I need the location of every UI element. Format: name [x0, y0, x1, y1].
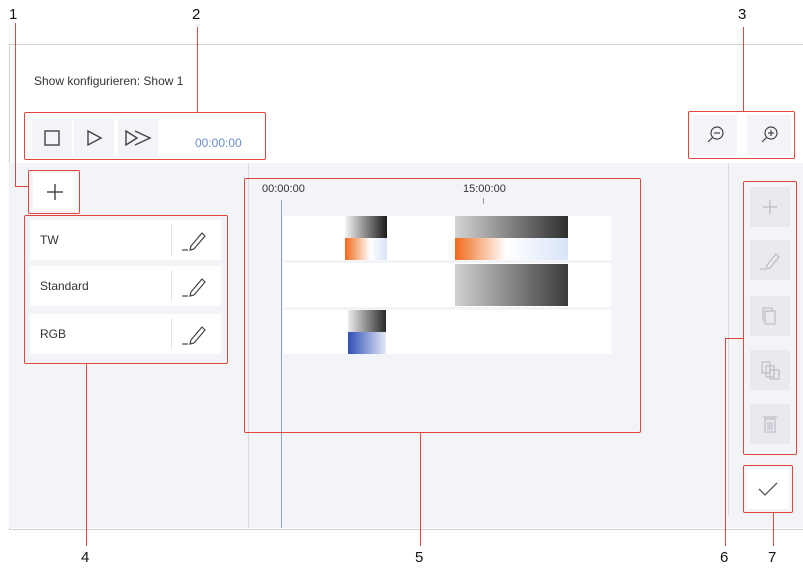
callout-leader-7 [773, 513, 774, 546]
callout-leader-1 [15, 186, 29, 187]
highlight-box-3 [688, 111, 795, 159]
callout-leader-6 [725, 338, 726, 546]
highlight-box-1 [28, 170, 80, 214]
callout-number-2: 2 [192, 6, 201, 23]
callout-leader-1 [15, 23, 16, 186]
callout-leader-4 [86, 364, 87, 546]
callout-number-5: 5 [415, 549, 424, 566]
callout-leader-2 [197, 27, 198, 113]
highlight-box-7 [743, 465, 793, 513]
callout-number-4: 4 [81, 549, 90, 566]
callout-leader-6 [725, 338, 744, 339]
highlight-box-2 [24, 112, 266, 160]
callout-leader-3 [743, 27, 744, 112]
callout-number-7: 7 [768, 549, 777, 566]
callout-number-1: 1 [9, 6, 18, 23]
toolbar-divider [728, 163, 729, 515]
callout-leader-5 [420, 433, 421, 546]
highlight-box-5 [244, 178, 641, 433]
callout-number-6: 6 [720, 549, 729, 566]
highlight-box-6 [743, 181, 797, 455]
callout-number-3: 3 [738, 6, 747, 23]
page-title: Show konfigurieren: Show 1 [34, 74, 184, 88]
highlight-box-4 [24, 215, 228, 364]
